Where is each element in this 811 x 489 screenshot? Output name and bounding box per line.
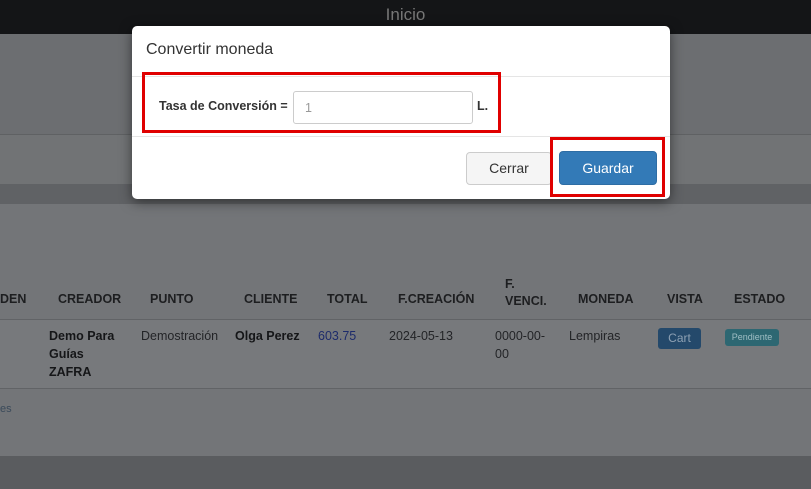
cell-creador-line2: Guías xyxy=(49,347,84,361)
conversion-rate-label: Tasa de Conversión = xyxy=(159,99,288,113)
cell-moneda: Lempiras xyxy=(569,329,621,343)
page-footer xyxy=(0,456,811,489)
cell-cliente: Olga Perez xyxy=(235,329,300,343)
cell-creador-line3: ZAFRA xyxy=(49,365,92,379)
col-header-vista[interactable]: VISTA xyxy=(667,292,703,306)
cell-total[interactable]: 603.75 xyxy=(318,327,356,345)
cell-f-creacion: 2024-05-13 xyxy=(389,329,453,343)
cell-f-venci-line2: 00 xyxy=(495,347,509,361)
col-header-estado[interactable]: ESTADO xyxy=(734,292,785,306)
status-badge: Pendiente xyxy=(725,329,779,346)
col-header-cliente[interactable]: CLIENTE xyxy=(244,292,297,306)
close-button[interactable]: Cerrar xyxy=(466,152,552,185)
col-header-f-venci-line2[interactable]: VENCI. xyxy=(505,293,547,310)
cell-f-venci-line1: 0000-00- xyxy=(495,329,546,343)
currency-unit-label: L. xyxy=(477,99,489,113)
col-header-orden[interactable]: DEN xyxy=(0,292,26,306)
col-header-creador[interactable]: CREADOR xyxy=(58,292,121,306)
col-header-f-creacion[interactable]: F.CREACIÓN xyxy=(398,292,474,306)
cell-punto: Demostración xyxy=(141,329,219,343)
cart-view-button[interactable]: Cart xyxy=(658,328,701,349)
save-button[interactable]: Guardar xyxy=(559,151,657,185)
col-header-f-venci-line1[interactable]: F. xyxy=(505,276,515,293)
page-title: Inicio xyxy=(385,5,426,24)
col-header-moneda[interactable]: MONEDA xyxy=(578,292,634,306)
modal-header: Convertir moneda xyxy=(132,26,670,77)
modal-title: Convertir moneda xyxy=(146,41,274,58)
conversion-rate-input[interactable] xyxy=(293,91,473,124)
col-header-punto[interactable]: PUNTO xyxy=(150,292,194,306)
table-footer-text: es xyxy=(0,403,12,415)
col-header-total[interactable]: TOTAL xyxy=(327,292,368,306)
table-row-divider xyxy=(0,388,811,389)
cell-creador-line1: Demo Para xyxy=(49,329,115,343)
